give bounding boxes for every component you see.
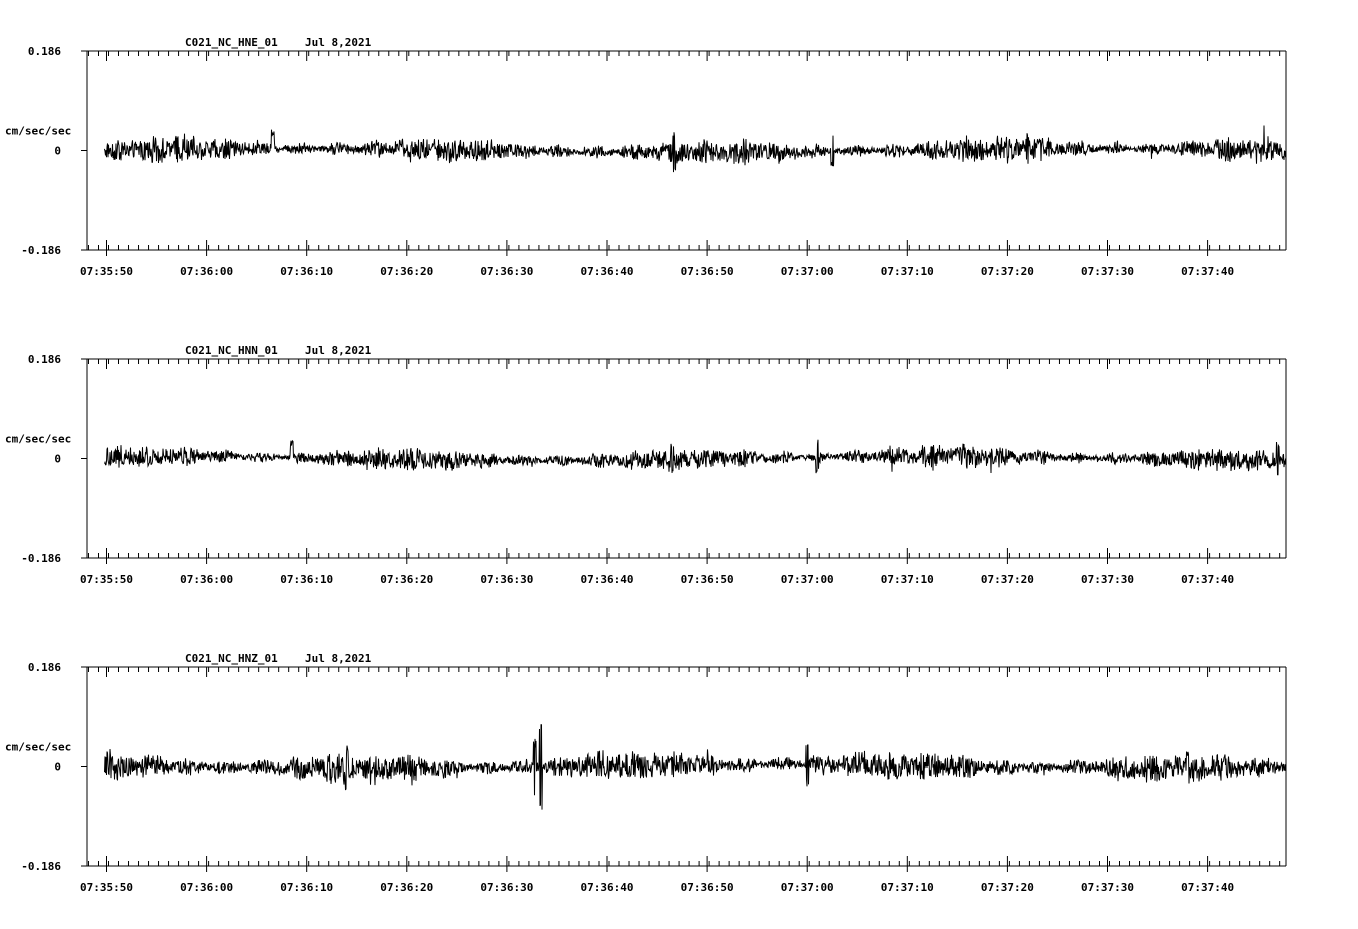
x-tick-label: 07:37:00: [781, 573, 834, 586]
x-tick-label: 07:36:50: [681, 573, 734, 586]
x-tick-label: 07:37:20: [981, 881, 1034, 894]
y-axis-label: cm/sec/sec: [5, 125, 71, 138]
y-axis-label: cm/sec/sec: [5, 433, 71, 446]
panel-title-channel: C021_NC_HNE_01: [185, 36, 278, 49]
y-tick-label: 0: [54, 453, 61, 466]
seismogram-svg: C021_NC_HNE_01 Jul 8,2021 0.186 0 -0.186 cm/s…: [5, 36, 1287, 894]
x-tick-label: 07:37:00: [781, 265, 834, 278]
x-tick-label: 07:36:20: [380, 265, 433, 278]
y-tick-label: 0: [54, 761, 61, 774]
x-tick-label: 07:36:20: [380, 573, 433, 586]
x-tick-label: 07:36:40: [581, 265, 634, 278]
panel-title-date: Jul 8,2021: [305, 652, 372, 665]
panel-title-date: Jul 8,2021: [305, 36, 372, 49]
x-tick-label: 07:37:30: [1081, 881, 1134, 894]
panel-title-date: Jul 8,2021: [305, 344, 372, 357]
x-tick-label: 07:36:30: [480, 881, 533, 894]
x-tick-label: 07:37:30: [1081, 265, 1134, 278]
x-tick-label: 07:35:50: [80, 573, 133, 586]
x-tick-label: 07:37:20: [981, 265, 1034, 278]
x-tick-label: 07:37:10: [881, 881, 934, 894]
y-tick-label: 0.186: [28, 353, 61, 366]
x-tick-label: 07:35:50: [80, 265, 133, 278]
panel-title-channel: C021_NC_HNN_01: [185, 344, 278, 357]
x-tick-label: 07:37:40: [1181, 881, 1234, 894]
x-tick-label: 07:37:40: [1181, 573, 1234, 586]
x-tick-label: 07:37:10: [881, 573, 934, 586]
waveform-trace: [104, 724, 1287, 810]
x-tick-label: 07:36:50: [681, 881, 734, 894]
x-tick-label: 07:37:10: [881, 265, 934, 278]
y-axis-label: cm/sec/sec: [5, 741, 71, 754]
x-tick-label: 07:37:30: [1081, 573, 1134, 586]
seismogram-figure: C021_NC_HNE_01 Jul 8,2021 0.186 0 -0.186 cm/s…: [0, 0, 1358, 924]
x-tick-label: 07:35:50: [80, 881, 133, 894]
y-tick-label: 0.186: [28, 661, 61, 674]
y-tick-label: 0: [54, 145, 61, 158]
x-tick-label: 07:36:40: [581, 573, 634, 586]
x-tick-label: 07:36:20: [380, 881, 433, 894]
waveform-trace: [104, 439, 1287, 476]
y-tick-label: -0.186: [21, 244, 61, 257]
panel-title-channel: C021_NC_HNZ_01: [185, 652, 278, 665]
x-tick-label: 07:36:00: [180, 881, 233, 894]
x-tick-label: 07:36:00: [180, 265, 233, 278]
panel-3: C021_NC_HNZ_01 Jul 8,2021 0.186 0 -0.186 cm/s…: [5, 652, 1287, 894]
panel-1: C021_NC_HNE_01 Jul 8,2021 0.186 0 -0.186 cm/s…: [5, 36, 1287, 278]
x-tick-label: 07:36:30: [480, 573, 533, 586]
x-tick-label: 07:36:50: [681, 265, 734, 278]
waveform-trace: [104, 125, 1287, 173]
x-tick-label: 07:36:00: [180, 573, 233, 586]
x-tick-label: 07:37:20: [981, 573, 1034, 586]
y-tick-label: 0.186: [28, 45, 61, 58]
panel-2: C021_NC_HNN_01 Jul 8,2021 0.186 0 -0.186 cm/s…: [5, 344, 1287, 586]
x-tick-label: 07:37:40: [1181, 265, 1234, 278]
y-tick-label: -0.186: [21, 860, 61, 873]
x-tick-label: 07:36:10: [280, 881, 333, 894]
x-tick-label: 07:36:30: [480, 265, 533, 278]
x-tick-label: 07:36:10: [280, 573, 333, 586]
y-tick-label: -0.186: [21, 552, 61, 565]
x-tick-label: 07:36:40: [581, 881, 634, 894]
x-tick-label: 07:37:00: [781, 881, 834, 894]
x-tick-label: 07:36:10: [280, 265, 333, 278]
